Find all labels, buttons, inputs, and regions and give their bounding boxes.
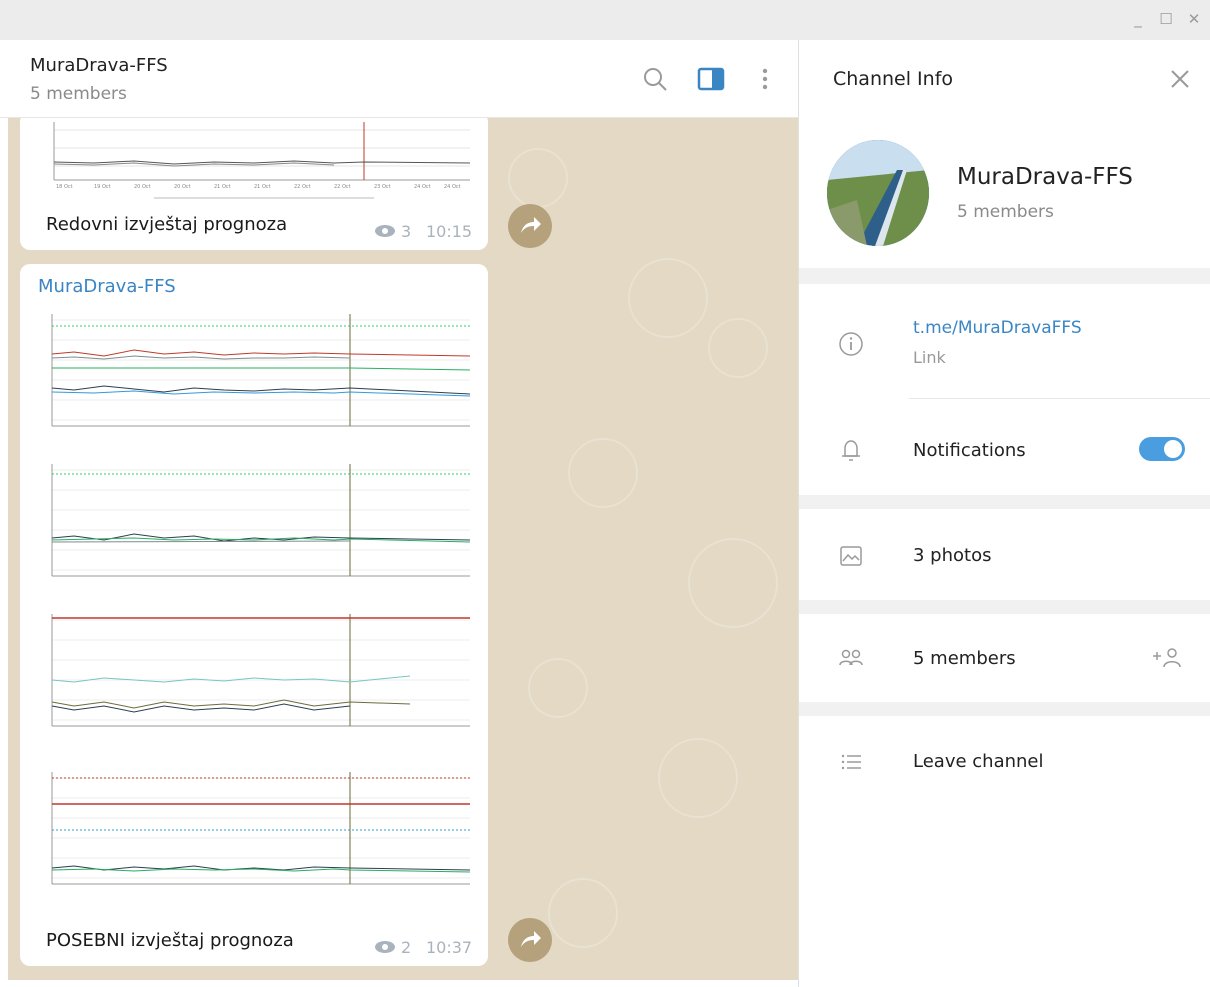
channel-members-count: 5 members xyxy=(957,202,1054,222)
section-separator xyxy=(799,600,1210,614)
svg-text:22 Oct: 22 Oct xyxy=(294,184,311,190)
bell-icon xyxy=(842,440,860,461)
toggle-knob xyxy=(1164,440,1182,458)
channel-name: MuraDrava-FFS xyxy=(957,164,1133,190)
svg-text:20 Oct: 20 Oct xyxy=(134,184,151,190)
chat-subtitle: 5 members xyxy=(30,84,127,104)
svg-text:22 Oct: 22 Oct xyxy=(334,184,351,190)
row-divider xyxy=(909,398,1210,399)
view-count: 2 xyxy=(401,938,412,957)
forward-icon xyxy=(521,931,541,947)
background-doodle xyxy=(628,258,708,338)
leave-channel-button[interactable]: Leave channel xyxy=(913,751,1044,772)
svg-text:20 Oct: 20 Oct xyxy=(174,184,191,190)
svg-text:19 Oct: 19 Oct xyxy=(94,184,111,190)
notifications-label: Notifications xyxy=(913,440,1026,461)
message-time: 10:15 xyxy=(426,222,473,241)
section-separator xyxy=(799,702,1210,716)
svg-text:21 Oct: 21 Oct xyxy=(254,184,271,190)
members-icon xyxy=(839,649,863,666)
background-doodle xyxy=(568,438,638,508)
more-vertical-icon[interactable] xyxy=(748,62,782,96)
chat-header[interactable]: MuraDrava-FFS 5 members xyxy=(0,40,798,118)
link-label: Link xyxy=(913,348,946,367)
channel-photo xyxy=(827,140,929,246)
panel-title: Channel Info xyxy=(833,68,954,90)
svg-text:23 Oct: 23 Oct xyxy=(374,184,391,190)
view-count: 3 xyxy=(401,222,412,241)
message-time: 10:37 xyxy=(426,938,473,957)
eye-icon xyxy=(375,941,395,953)
members-label[interactable]: 5 members xyxy=(913,648,1016,669)
message-bubble[interactable]: MuraDrava-FFS POSEBNI izvještaj prognoza… xyxy=(20,264,488,966)
forecast-chart-image[interactable]: 18 Oct 19 Oct 20 Oct 20 Oct 21 Oct 21 Oct 22 O… xyxy=(34,118,474,206)
photos-label[interactable]: 3 photos xyxy=(913,545,991,566)
section-separator xyxy=(799,495,1210,509)
forward-button[interactable] xyxy=(508,918,552,962)
channel-info-panel: Channel Info MuraDrava-FFS 5 members t.m… xyxy=(799,40,1210,987)
minimize-button[interactable]: _ xyxy=(1127,8,1149,30)
window-titlebar: _ ☐ ✕ xyxy=(0,0,1210,40)
forward-icon xyxy=(521,217,541,233)
channel-avatar[interactable] xyxy=(827,140,929,246)
info-icon xyxy=(839,332,863,356)
photo-icon xyxy=(840,546,862,566)
background-doodle xyxy=(688,538,778,628)
section-separator xyxy=(799,268,1210,284)
maximize-button[interactable]: ☐ xyxy=(1155,8,1177,30)
message-author[interactable]: MuraDrava-FFS xyxy=(38,276,176,297)
message-caption: POSEBNI izvještaj prognoza xyxy=(46,930,294,951)
chat-messages-area[interactable]: 18 Oct 19 Oct 20 Oct 20 Oct 21 Oct 21 Oct 22 O… xyxy=(8,118,798,980)
background-doodle xyxy=(658,738,738,818)
background-doodle xyxy=(508,148,568,208)
background-doodle xyxy=(528,658,588,718)
svg-text:24 Oct: 24 Oct xyxy=(444,184,461,190)
channel-link[interactable]: t.me/MuraDravaFFS xyxy=(913,318,1082,338)
forward-button[interactable] xyxy=(508,204,552,248)
svg-text:18 Oct: 18 Oct xyxy=(56,184,73,190)
background-doodle xyxy=(708,318,768,378)
svg-text:21 Oct: 21 Oct xyxy=(214,184,231,190)
sidebar-panel-icon[interactable] xyxy=(694,62,728,96)
list-icon xyxy=(841,754,861,770)
close-window-button[interactable]: ✕ xyxy=(1183,8,1205,30)
svg-text:24 Oct: 24 Oct xyxy=(414,184,431,190)
background-doodle xyxy=(548,878,618,948)
forecast-chart-image[interactable] xyxy=(34,306,474,918)
add-user-icon[interactable] xyxy=(1151,644,1183,672)
close-icon[interactable] xyxy=(1165,64,1195,94)
chat-title[interactable]: MuraDrava-FFS xyxy=(30,55,168,76)
search-icon[interactable] xyxy=(638,62,672,96)
notifications-toggle[interactable] xyxy=(1139,437,1185,461)
eye-icon xyxy=(375,225,395,237)
message-caption: Redovni izvještaj prognoza xyxy=(46,214,288,235)
message-bubble[interactable]: 18 Oct 19 Oct 20 Oct 20 Oct 21 Oct 21 Oct 22 O… xyxy=(20,118,488,250)
